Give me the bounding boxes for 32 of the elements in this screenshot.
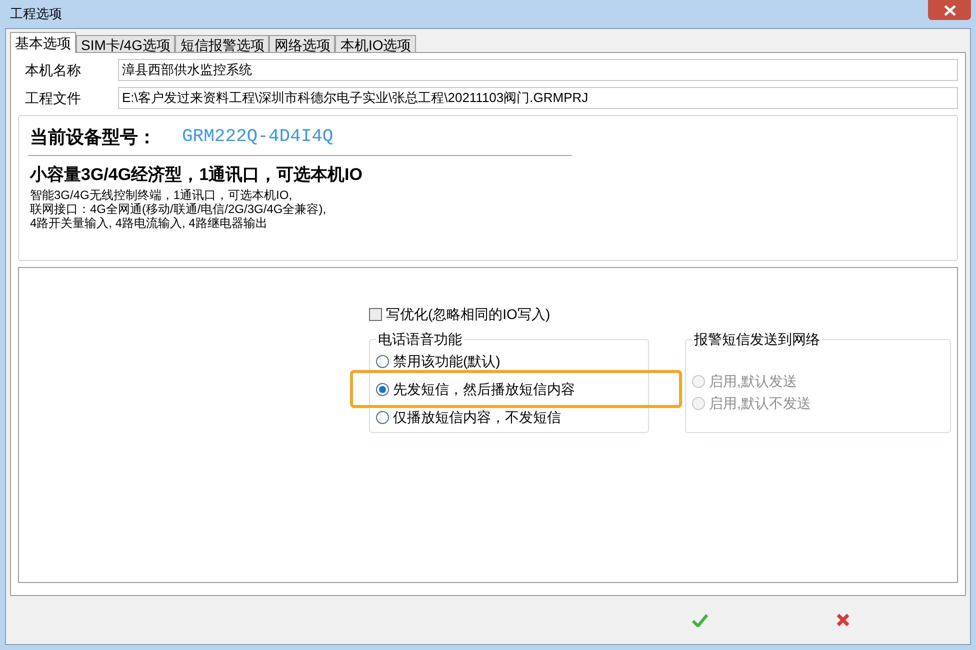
check-icon <box>692 614 708 626</box>
tab[interactable]: 本机IO选项 <box>335 35 416 53</box>
device-headline: 小容量3G/4G经济型，1通讯口，可选本机IO <box>28 164 364 186</box>
checkbox-label: 写优化(忽略相同的IO写入) <box>386 305 550 324</box>
group-title: 电话语音功能 <box>376 330 464 348</box>
tab[interactable]: 网络选项 <box>269 35 336 53</box>
text-field[interactable]: E:\客户发过来资料工程\深圳市科德尔电子实业\张总工程\20211103阀门.GRMPRJ <box>118 87 958 109</box>
radio-label: 禁用该功能(默认) <box>393 352 500 371</box>
radio-button[interactable] <box>376 382 389 396</box>
description-line: 4路开关量输入, 4路电流输入, 4路继电器输出 <box>29 216 268 230</box>
radio-button[interactable] <box>376 410 389 424</box>
radio-label: 启用,默认发送 <box>709 372 797 390</box>
window-title: 工程选项 <box>9 5 62 24</box>
radio-button[interactable] <box>376 354 389 368</box>
tab[interactable]: SIM卡/4G选项 <box>76 35 176 53</box>
model-value: GRM222Q-4D4I4Q <box>182 126 334 149</box>
model-label: 当前设备型号： <box>30 126 156 149</box>
radio-label: 启用,默认不发送 <box>709 394 811 412</box>
close-button[interactable] <box>928 0 971 20</box>
field-label: 本机名称 <box>24 60 82 80</box>
close-icon <box>836 613 850 627</box>
radio-label: 仅播放短信内容，不发短信 <box>393 408 561 426</box>
text-field[interactable]: 漳县西部供水监控系统 <box>118 59 958 81</box>
radio-label: 先发短信，然后播放短信内容 <box>393 380 575 398</box>
tab[interactable]: 基本选项 <box>10 32 76 53</box>
tab[interactable]: 短信报警选项 <box>175 35 270 53</box>
checkbox[interactable] <box>369 308 382 321</box>
group-title: 报警短信发送到网络 <box>692 330 822 348</box>
field-label: 工程文件 <box>24 88 82 108</box>
description-line: 智能3G/4G无线控制终端，1通讯口，可选本机IO, <box>29 188 294 202</box>
close-icon <box>944 4 956 16</box>
description-line: 联网接口：4G全网通(移动/联通/电信/2G/3G/4G全兼容), <box>29 202 328 216</box>
